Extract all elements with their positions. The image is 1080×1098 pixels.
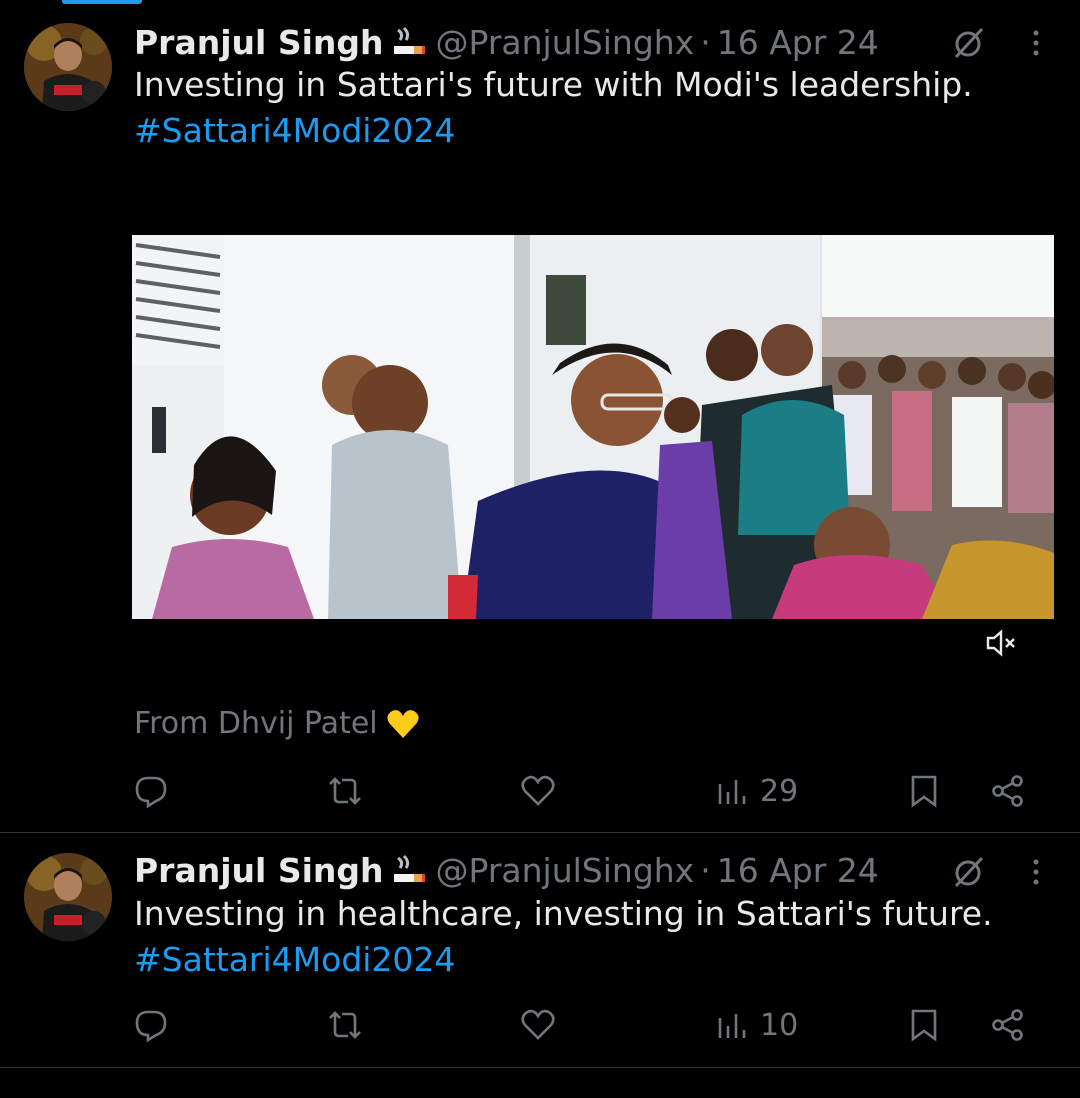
author-handle[interactable]: @PranjulSinghx — [436, 23, 695, 62]
avatar[interactable] — [24, 23, 112, 111]
reply-button[interactable] — [134, 769, 168, 813]
bookmark-button[interactable] — [908, 1003, 940, 1047]
bookmark-icon — [911, 1009, 937, 1042]
views-chart-icon — [718, 1014, 746, 1038]
tweet-body: Investing in healthcare, investing in Sa… — [134, 894, 993, 933]
views-button[interactable]: 29 — [716, 769, 798, 813]
tweet[interactable]: Pranjul Singh @PranjulSinghx · 16 Apr 24… — [0, 833, 1080, 1068]
volume-muted-icon[interactable] — [985, 628, 1017, 658]
attribution-text[interactable]: From Dhvij Patel — [134, 706, 378, 741]
views-button[interactable]: 10 — [716, 1003, 798, 1047]
share-icon — [992, 1009, 1023, 1041]
like-button[interactable] — [520, 1003, 556, 1047]
retweet-icon — [329, 1011, 361, 1039]
video-attribution: From Dhvij Patel — [134, 706, 420, 741]
grok-slash-icon[interactable] — [950, 854, 986, 890]
tweet-date[interactable]: 16 Apr 24 — [717, 851, 879, 890]
views-count: 10 — [760, 1007, 799, 1043]
author-name[interactable]: Pranjul Singh — [134, 23, 384, 62]
reply-icon — [135, 776, 167, 808]
heart-icon — [521, 775, 555, 806]
bookmark-icon — [911, 775, 937, 808]
more-vertical-icon[interactable] — [1026, 854, 1046, 890]
avatar[interactable] — [24, 853, 112, 941]
tweet-actions: 10 — [0, 1003, 1080, 1047]
tweet-text: Investing in healthcare, investing in Sa… — [134, 891, 993, 983]
like-button[interactable] — [520, 769, 556, 813]
heart-icon — [521, 1009, 555, 1040]
hashtag-link[interactable]: #Sattari4Modi2024 — [134, 937, 993, 983]
more-vertical-icon[interactable] — [1026, 25, 1046, 61]
retweet-button[interactable] — [326, 1003, 364, 1047]
author-name[interactable]: Pranjul Singh — [134, 851, 384, 890]
tweet-header: Pranjul Singh @PranjulSinghx · 16 Apr 24 — [134, 850, 879, 890]
tweet-header: Pranjul Singh @PranjulSinghx · 16 Apr 24 — [134, 22, 879, 62]
retweet-icon — [329, 777, 361, 805]
reply-button[interactable] — [134, 1003, 168, 1047]
views-count: 29 — [760, 773, 799, 809]
separator: · — [700, 850, 711, 890]
separator: · — [700, 22, 711, 62]
yellow-heart-emoji-icon — [386, 708, 420, 740]
share-icon — [992, 775, 1023, 807]
author-handle[interactable]: @PranjulSinghx — [436, 851, 695, 890]
bookmark-button[interactable] — [908, 769, 940, 813]
tweet-body: Investing in Sattari's future with Modi'… — [134, 65, 973, 104]
video-frame — [132, 235, 1054, 619]
tweet-actions: 29 — [0, 769, 1080, 813]
reply-icon — [135, 1010, 167, 1042]
video-player[interactable] — [132, 235, 1054, 619]
hashtag-link[interactable]: #Sattari4Modi2024 — [134, 108, 973, 154]
tweet-date[interactable]: 16 Apr 24 — [717, 23, 879, 62]
views-chart-icon — [718, 780, 746, 804]
retweet-button[interactable] — [326, 769, 364, 813]
tweet[interactable]: Pranjul Singh @PranjulSinghx · 16 Apr 24… — [0, 0, 1080, 833]
share-button[interactable] — [990, 769, 1026, 813]
share-button[interactable] — [990, 1003, 1026, 1047]
cigarette-emoji-icon — [392, 26, 426, 58]
tweet-text: Investing in Sattari's future with Modi'… — [134, 62, 973, 154]
grok-slash-icon[interactable] — [950, 25, 986, 61]
cigarette-emoji-icon — [392, 854, 426, 886]
